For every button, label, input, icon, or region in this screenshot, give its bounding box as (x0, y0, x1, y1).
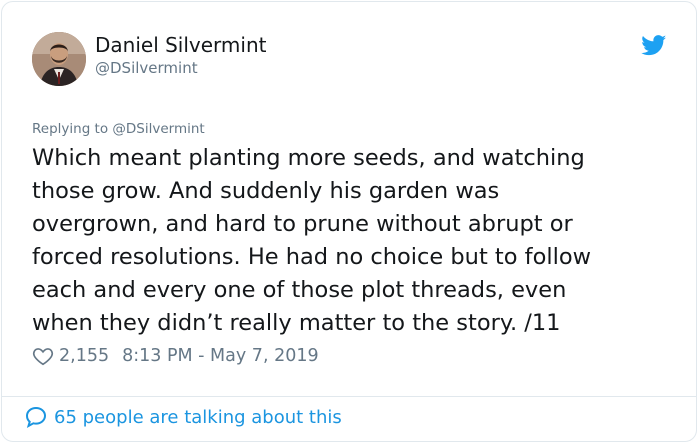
talking-label[interactable]: 65 people are talking about this (54, 407, 342, 428)
like-count[interactable]: 2,155 (59, 346, 109, 366)
tweet-timestamp[interactable]: 8:13 PM - May 7, 2019 (122, 346, 319, 366)
author-name[interactable]: Daniel Silvermint (95, 33, 266, 57)
tweet-meta: 2,155 8:13 PM - May 7, 2019 (32, 344, 319, 368)
tweet-text: Which meant planting more seeds, and wat… (32, 142, 652, 340)
talking-link[interactable]: 65 people are talking about this (24, 405, 342, 429)
avatar[interactable] (32, 32, 86, 86)
author-handle[interactable]: @DSilvermint (95, 59, 198, 77)
twitter-bird-icon[interactable] (641, 35, 667, 56)
replying-to-label[interactable]: Replying to @DSilvermint (32, 121, 205, 137)
tweet-line: those grow. And suddenly his garden was (32, 178, 500, 204)
tweet-line: each and every one of those plot threads… (32, 277, 567, 303)
tweet-line: Which meant planting more seeds, and wat… (32, 145, 585, 171)
divider (1, 396, 697, 397)
speech-bubble-icon (25, 406, 47, 429)
heart-outline-icon[interactable] (32, 345, 54, 367)
tweet-line: when they didn’t really matter to the st… (32, 310, 561, 336)
tweet-line: forced resolutions. He had no choice but… (32, 244, 592, 270)
tweet-line: overgrown, and hard to prune without abr… (32, 211, 573, 237)
